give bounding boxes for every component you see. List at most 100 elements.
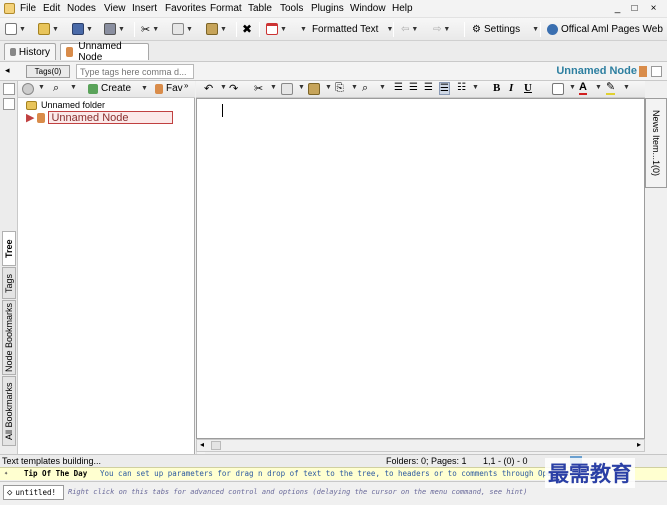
web-link-button[interactable]: Offical Aml Pages Web	[547, 21, 663, 37]
close-button[interactable]: ×	[646, 1, 661, 15]
tab-history[interactable]: History	[4, 43, 56, 60]
menu-plugins[interactable]: Plugins	[311, 3, 344, 14]
tree-toolbar: ▼ ⌕ ▼ Create ▼ Fav »	[18, 81, 195, 98]
forward-button[interactable]: ⇨ ▼	[433, 21, 450, 37]
tree-node-item[interactable]: ▶ Unnamed Node	[26, 111, 174, 124]
chevron-down-icon[interactable]: ▼	[220, 84, 227, 91]
copy-button[interactable]: ▼	[172, 21, 193, 37]
text-format-dropdown[interactable]: ▼ Formatted Text ▼	[298, 21, 393, 37]
back-button[interactable]: ⇦ ▼	[401, 21, 418, 37]
chevron-down-icon[interactable]: ▼	[298, 84, 305, 91]
align-center-icon[interactable]: ☰	[409, 82, 418, 93]
editor-toolbar: ↶ ▼ ↷ ✂ ▼ ▼ ▼ ⎘ ▼ ⌕ ▼ ☰ ☰ ☰ ☰ ☷ ▼ B I U …	[196, 81, 645, 98]
redo-icon[interactable]: ↷	[229, 82, 238, 95]
binoculars-icon[interactable]: ⌕	[362, 82, 368, 95]
calendar-button[interactable]: ▼	[266, 21, 287, 37]
menu-help[interactable]: Help	[392, 3, 413, 14]
scissors-icon[interactable]: ✂	[254, 82, 263, 95]
favorites-button[interactable]: Fav	[155, 83, 183, 94]
italic-icon[interactable]: I	[509, 82, 513, 94]
pin-icon[interactable]	[3, 98, 15, 110]
scroll-left-icon[interactable]: ◂	[200, 440, 204, 449]
settings-button[interactable]: ⚙ Settings ▼	[472, 21, 539, 37]
overflow-chevron-icon[interactable]: »	[184, 81, 188, 90]
tab-tags[interactable]: Tags	[2, 267, 16, 299]
chevron-down-icon[interactable]: ▼	[472, 84, 479, 91]
bulb-icon: ✦	[4, 469, 9, 477]
document-tab[interactable]: ◇ untitled!	[3, 485, 64, 500]
document-icon: ◇	[7, 487, 13, 498]
toolbar-separator	[134, 22, 135, 37]
insert-object-icon[interactable]	[552, 83, 564, 95]
new-button[interactable]: ▼	[5, 21, 26, 37]
highlight-icon[interactable]: ✎	[606, 82, 616, 95]
underline-icon[interactable]: U	[524, 82, 532, 94]
tags-button[interactable]: Tags(0)	[26, 65, 70, 78]
binoculars-icon[interactable]: ⌕	[53, 82, 59, 95]
chevron-down-icon[interactable]: ▼	[623, 84, 630, 91]
toolbar-separator	[540, 22, 541, 37]
paste-icon[interactable]	[308, 83, 320, 95]
menu-edit[interactable]: Edit	[43, 3, 60, 14]
restore-button[interactable]: □	[627, 1, 642, 15]
align-right-icon[interactable]: ☰	[424, 82, 433, 93]
tree-options-icon[interactable]	[3, 83, 15, 95]
font-color-icon[interactable]: A	[579, 82, 587, 95]
tags-input[interactable]	[76, 64, 194, 79]
create-icon	[88, 83, 98, 94]
scroll-right-icon[interactable]: ▸	[637, 440, 641, 449]
chevron-down-icon[interactable]: ▼	[351, 84, 358, 91]
chevron-down-icon[interactable]: ▼	[38, 84, 45, 91]
tab-unnamed-node[interactable]: Unnamed Node	[60, 41, 149, 63]
editor-horizontal-scrollbar[interactable]: ◂ ▸	[196, 439, 645, 452]
open-button[interactable]: ▼	[38, 21, 59, 37]
globe-icon	[547, 23, 558, 35]
collapse-arrow-icon[interactable]: ◂	[5, 65, 10, 76]
align-left-icon[interactable]: ☰	[394, 82, 403, 93]
chevron-down-icon: ▼	[532, 25, 540, 33]
copy-icon	[172, 23, 184, 35]
scroll-thumb[interactable]	[211, 441, 221, 450]
copy-icon[interactable]	[281, 83, 293, 95]
web-link-label: Offical Aml Pages Web	[561, 23, 663, 35]
tab-all-bookmarks[interactable]: All Bookmarks	[2, 376, 16, 446]
text-format-label: Formatted Text	[311, 23, 379, 35]
chevron-down-icon[interactable]: ▼	[569, 84, 576, 91]
save-button[interactable]: ▼	[72, 21, 93, 37]
chevron-down-icon[interactable]: ▼	[379, 84, 386, 91]
chevron-down-icon[interactable]: ▼	[595, 84, 602, 91]
menu-insert[interactable]: Insert	[132, 3, 157, 14]
menu-view[interactable]: View	[104, 3, 126, 14]
list-icon[interactable]: ☷	[457, 82, 466, 93]
paste-button[interactable]: ▼	[206, 21, 227, 37]
tree-view-icon[interactable]	[22, 83, 34, 95]
clear-format-icon[interactable]: ⎘	[335, 82, 344, 95]
menu-table[interactable]: Table	[248, 3, 272, 14]
create-button[interactable]: Create ▼	[88, 83, 148, 94]
undo-icon[interactable]: ↶	[204, 82, 213, 95]
print-button[interactable]: ▼	[104, 21, 125, 37]
menu-format[interactable]: Format	[210, 3, 242, 14]
menu-tools[interactable]: Tools	[280, 3, 303, 14]
cut-button[interactable]: ✂ ▼	[141, 21, 159, 37]
delete-button[interactable]: ✖	[242, 21, 252, 37]
news-items-tab[interactable]: News Item...1(0)	[645, 98, 667, 188]
align-justify-icon[interactable]: ☰	[439, 82, 450, 95]
minimize-button[interactable]: _	[610, 1, 625, 15]
menu-file[interactable]: File	[20, 3, 36, 14]
status-message: Text templates building...	[2, 456, 102, 466]
menu-favorites[interactable]: Favorites	[165, 3, 206, 14]
bold-icon[interactable]: B	[493, 82, 500, 94]
chevron-down-icon[interactable]: ▼	[325, 84, 332, 91]
menu-nodes[interactable]: Nodes	[67, 3, 96, 14]
save-icon	[72, 23, 84, 35]
paste-icon	[206, 23, 218, 35]
chevron-down-icon[interactable]: ▼	[70, 84, 77, 91]
tab-node-bookmarks[interactable]: Node Bookmarks	[2, 300, 16, 375]
tree-folder-item[interactable]: Unnamed folder	[26, 100, 105, 110]
note-icon[interactable]	[651, 66, 662, 77]
editor-area[interactable]	[196, 98, 645, 439]
tab-tree[interactable]: Tree	[2, 231, 16, 266]
chevron-down-icon[interactable]: ▼	[270, 84, 277, 91]
menu-window[interactable]: Window	[350, 3, 386, 14]
